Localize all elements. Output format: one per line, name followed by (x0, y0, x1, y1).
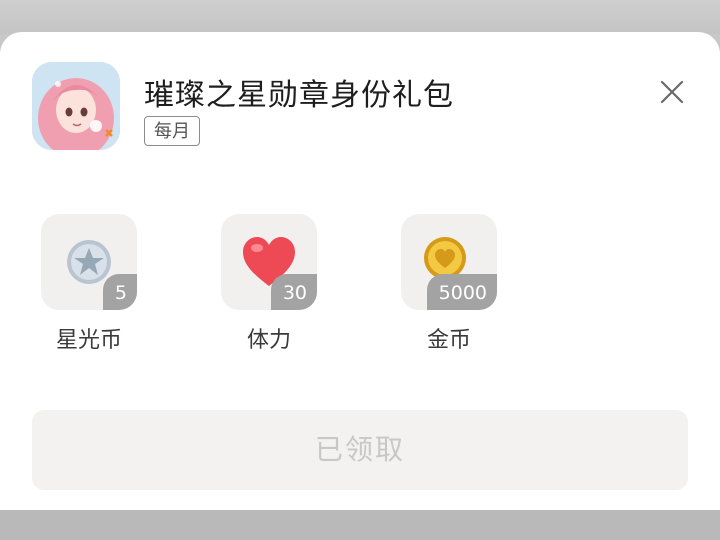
game-app-icon (32, 62, 120, 150)
reward-label: 金币 (426, 328, 471, 353)
reward-item-gold-coin: 5000 金币 (401, 214, 497, 353)
quantity-badge: 5 (102, 274, 137, 310)
backdrop-bottom (0, 508, 720, 540)
claim-button[interactable]: 已领取 (32, 410, 688, 490)
reward-tile: 30 (221, 214, 317, 310)
gift-package-sheet: 璀璨之星勋章身份礼包 每月 5 星光币 30 体力 5000 金币 已领取 (0, 32, 720, 510)
backdrop-top (0, 0, 720, 34)
close-button[interactable] (656, 76, 688, 108)
quantity-badge: 5000 (426, 274, 497, 310)
frequency-tag: 每月 (144, 116, 200, 146)
reward-item-star-coin: 5 星光币 (41, 214, 137, 353)
reward-item-stamina: 30 体力 (221, 214, 317, 353)
close-icon (660, 80, 684, 104)
reward-label: 星光币 (55, 328, 122, 353)
reward-tile: 5000 (401, 214, 497, 310)
reward-tile: 5 (41, 214, 137, 310)
quantity-badge: 30 (270, 274, 317, 310)
reward-label: 体力 (246, 328, 291, 353)
package-title: 璀璨之星勋章身份礼包 (144, 78, 454, 113)
